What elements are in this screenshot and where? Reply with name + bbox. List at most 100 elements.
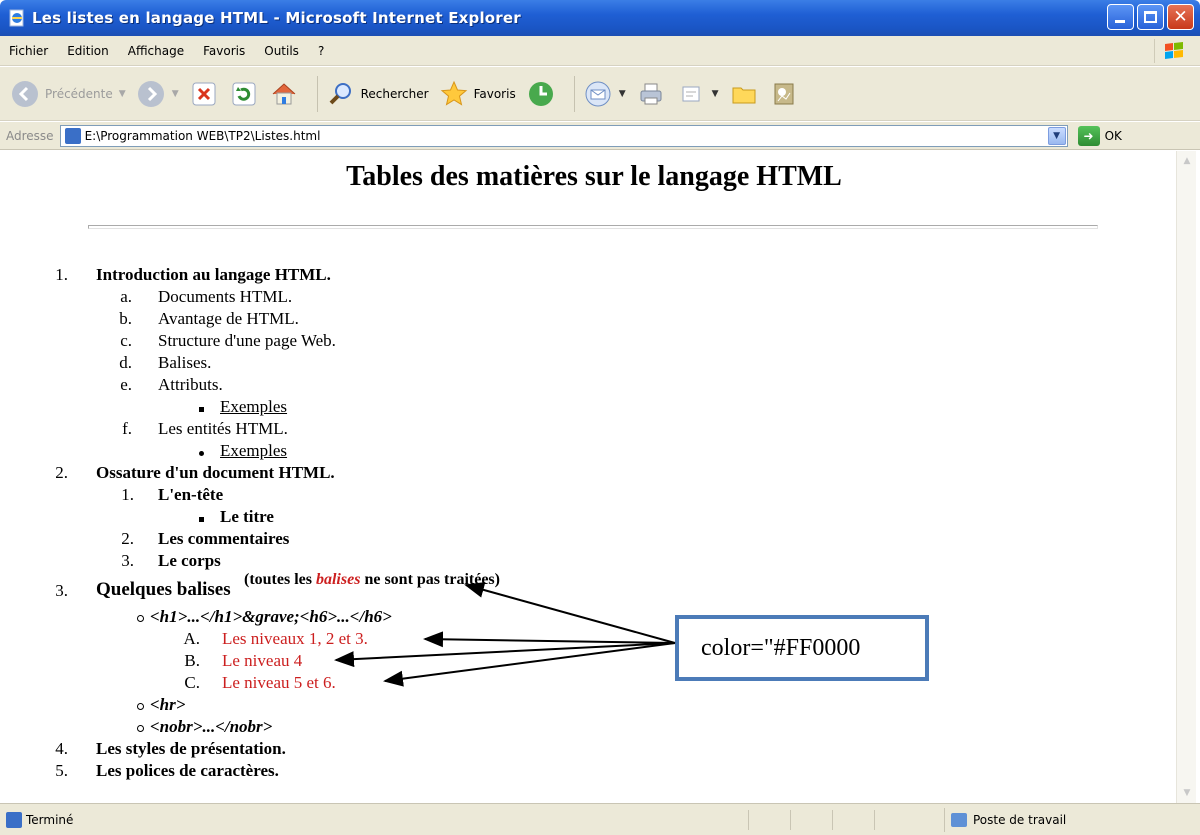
list-marker: d. [119,353,132,372]
color-callout-box: color="#FF0000 [675,615,929,681]
go-label: OK [1104,128,1122,143]
favorites-star-icon [439,79,469,109]
list-item-text: Balises. [158,353,212,372]
close-icon: ✕ [1173,7,1188,27]
computer-icon [951,813,967,827]
list-number: 4. [55,739,68,758]
scroll-up-icon[interactable]: ▲ [1179,153,1195,169]
exemples-link[interactable]: Exemples [220,397,287,417]
address-input[interactable] [84,128,1045,143]
address-field[interactable]: ▼ [59,124,1068,147]
list-marker: 1. [121,485,134,504]
menu-affichage[interactable]: Affichage [119,44,194,58]
square-bullet-icon [180,397,204,417]
mail-icon [583,79,613,109]
list-item-text: Le corps [158,551,221,570]
list-marker: 2. [121,529,134,548]
list-number: 1. [55,265,68,284]
menu-bar: Fichier Edition Affichage Favoris Outils… [0,36,1200,66]
horizontal-rule [88,225,1098,229]
go-button[interactable]: ➜ OK [1077,125,1122,146]
close-button[interactable]: ✕ [1167,4,1194,30]
messenger-icon [769,79,799,109]
refresh-button[interactable] [229,74,259,114]
search-button[interactable]: Rechercher [326,74,429,114]
list-marker: C. [184,673,200,692]
status-panel [874,810,914,830]
go-arrow-icon: ➜ [1077,125,1100,146]
list-item-text: L'en-tête [158,485,224,504]
list-item-text: Ossature d'un document HTML. [96,463,335,482]
back-button[interactable]: Précédente ▼ [10,74,126,114]
toolbar-separator [316,75,318,112]
forward-dropdown-icon[interactable]: ▼ [172,89,179,99]
toolbar: Précédente ▼ ▼ Rechercher Favoris ▼ ▼ [0,67,1200,121]
page-done-icon [6,811,22,828]
ie-page-icon [8,9,26,27]
address-label: Adresse [6,128,54,143]
list-item-text: Documents HTML. [158,287,293,306]
vertical-scrollbar[interactable]: ▲ ▼ [1176,151,1196,803]
list-item-text: Le niveau 4 [222,651,303,670]
window-title: Les listes en langage HTML - Microsoft I… [32,9,521,27]
list-item-text: Avantage de HTML. [158,309,299,328]
forward-button[interactable]: ▼ [136,74,179,114]
list-marker: B. [184,651,200,670]
printer-icon [636,79,666,109]
home-button[interactable] [269,74,299,114]
arrow-to-niveau-4 [334,642,676,668]
menu-edition[interactable]: Edition [58,44,119,58]
favorites-label: Favoris [473,86,516,101]
note-text: ne sont pas traitées) [360,571,500,588]
maximize-button[interactable] [1137,4,1164,30]
maximize-icon [1144,11,1157,23]
circle-bullet-icon [120,607,144,627]
folder-icon [729,79,759,109]
windows-flag-icon [1154,39,1194,63]
back-dropdown-icon[interactable]: ▼ [119,89,126,99]
history-button[interactable] [526,74,556,114]
page-icon [64,127,81,144]
edit-button[interactable]: ▼ [676,74,719,114]
address-bar: Adresse ▼ ➜ OK [0,122,1200,150]
security-zone: Poste de travail [944,808,1066,832]
messenger-button[interactable] [769,74,799,114]
scroll-down-icon[interactable]: ▼ [1179,785,1195,801]
minimize-button[interactable] [1107,4,1134,30]
forward-arrow-icon [136,79,166,109]
stop-button[interactable] [189,74,219,114]
menu-outils[interactable]: Outils [255,44,309,58]
address-dropdown-icon[interactable]: ▼ [1047,126,1066,145]
favorites-button[interactable]: Favoris [439,74,516,114]
arrow-to-balises [464,582,676,644]
menu-fichier[interactable]: Fichier [0,44,58,58]
note-text: (toutes les [244,571,316,588]
list-item-text: <hr> [150,695,186,714]
back-label: Précédente [45,86,113,101]
disc-bullet-icon [180,441,204,461]
edit-page-icon [676,79,706,109]
mail-dropdown-icon[interactable]: ▼ [619,89,626,99]
page-title: Tables des matières sur le langage HTML [346,161,842,192]
menu-help[interactable]: ? [309,44,334,58]
print-button[interactable] [636,74,666,114]
status-panel [832,810,872,830]
search-label: Rechercher [360,86,429,101]
stop-icon [189,79,219,109]
circle-bullet-icon [120,695,144,715]
back-arrow-icon [10,79,40,109]
list-number: 5. [55,761,68,780]
list-marker: b. [119,309,132,328]
folder-button[interactable] [729,74,759,114]
menu-favoris[interactable]: Favoris [194,44,255,58]
list-number: 2. [55,463,68,482]
exemples-link[interactable]: Exemples [220,441,287,461]
circle-bullet-icon [120,717,144,737]
list-item-text: Les polices de caractères. [96,761,279,780]
status-panel [790,810,830,830]
list-marker: c. [120,331,132,350]
edit-dropdown-icon[interactable]: ▼ [712,89,719,99]
list-marker: f. [122,419,132,438]
refresh-icon [229,79,259,109]
mail-button[interactable]: ▼ [583,74,626,114]
